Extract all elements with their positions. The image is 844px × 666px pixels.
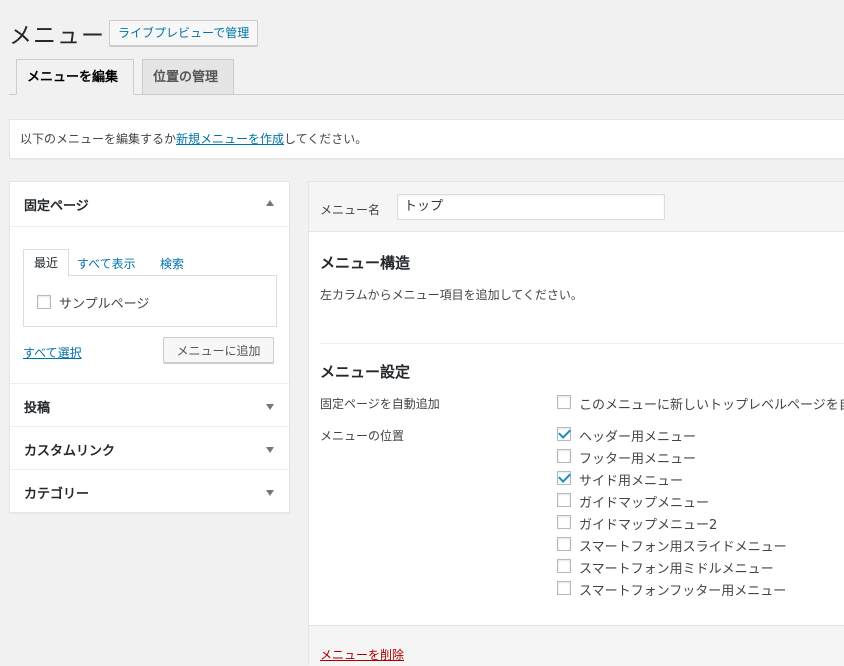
live-preview-button[interactable]: ライブプレビューで管理 — [109, 20, 259, 46]
menu-name-label: メニュー名 — [320, 203, 381, 217]
expand-arrow-icon[interactable] — [266, 490, 274, 496]
sample-page-checkbox[interactable] — [37, 295, 51, 309]
menu-name-input[interactable]: トップ — [397, 194, 665, 220]
create-menu-link[interactable]: 新規メニューを作成 — [176, 132, 284, 146]
location-side-checkbox[interactable] — [557, 470, 571, 485]
location-guidemap2-checkbox[interactable] — [557, 515, 571, 529]
location-sp-footer-checkbox[interactable] — [557, 581, 571, 595]
location-header-checkbox[interactable] — [557, 426, 571, 441]
menu-structure-title: メニュー構造 — [320, 254, 411, 272]
location-guidemap-checkbox[interactable] — [557, 493, 571, 507]
location-guidemap2-label: ガイドマップメニュー2 — [579, 518, 718, 533]
notice-suffix: してください。 — [284, 132, 368, 146]
categories-section-header[interactable]: カテゴリー — [10, 469, 289, 513]
notice-prefix: 以下のメニューを編集するか — [20, 132, 177, 146]
pages-section-title: 固定ページ — [24, 199, 89, 214]
location-header-label: ヘッダー用メニュー — [579, 430, 697, 445]
menu-structure-text: 左カラムからメニュー項目を追加してください。 — [320, 288, 583, 302]
location-sp-middle-checkbox[interactable] — [557, 559, 571, 573]
page-title: メニュー — [9, 23, 105, 49]
menu-header: メニュー名 トップ — [309, 182, 844, 232]
pages-list: サンプルページ — [23, 275, 277, 327]
categories-section-title: カテゴリー — [24, 487, 90, 502]
location-sp-slide-label: スマートフォン用スライドメニュー — [579, 540, 787, 555]
tab-view-all[interactable]: すべて表示 — [77, 255, 136, 272]
menu-location-label: メニューの位置 — [320, 429, 405, 443]
tabs-divider — [9, 94, 844, 95]
auto-add-checkbox[interactable] — [557, 395, 571, 409]
menu-editor-panel: メニュー名 トップ メニュー構造 左カラムからメニュー項目を追加してください。 … — [308, 181, 844, 666]
tab-manage-locations[interactable]: 位置の管理 — [142, 59, 234, 95]
custom-links-section-title: カスタムリンク — [24, 444, 116, 459]
tab-recent[interactable]: 最近 — [23, 249, 69, 277]
sample-page-label: サンプルページ — [59, 297, 150, 312]
delete-menu-link[interactable]: メニューを削除 — [320, 646, 404, 663]
notice-bar: 以下のメニューを編集するか新規メニューを作成してください。 — [9, 119, 844, 159]
menu-settings-title: メニュー設定 — [320, 363, 411, 381]
auto-add-option-label: このメニューに新しいトップレベルページを自 — [579, 398, 844, 413]
auto-add-label: 固定ページを自動追加 — [320, 397, 440, 411]
location-side-label: サイド用メニュー — [579, 474, 684, 489]
tab-edit-menu[interactable]: メニューを編集 — [16, 59, 134, 95]
location-sp-middle-label: スマートフォン用ミドルメニュー — [579, 562, 774, 577]
collapse-arrow-icon[interactable] — [266, 200, 274, 206]
expand-arrow-icon[interactable] — [266, 404, 274, 410]
select-all-link[interactable]: すべて選択 — [23, 344, 82, 361]
posts-section-header[interactable]: 投稿 — [10, 383, 289, 427]
location-footer-label: フッター用メニュー — [579, 452, 697, 467]
posts-section-title: 投稿 — [24, 401, 51, 416]
add-to-menu-button[interactable]: メニューに追加 — [163, 337, 274, 363]
location-guidemap-label: ガイドマップメニュー — [579, 496, 710, 511]
tab-search[interactable]: 検索 — [160, 255, 184, 272]
location-sp-slide-checkbox[interactable] — [557, 537, 571, 551]
location-footer-checkbox[interactable] — [557, 449, 571, 463]
custom-links-section-header[interactable]: カスタムリンク — [10, 426, 289, 470]
expand-arrow-icon[interactable] — [266, 447, 274, 453]
add-menu-items-panel: 固定ページ 最近 すべて表示 検索 サンプルページ すべて選択 メニューに追加 … — [9, 181, 290, 513]
location-sp-footer-label: スマートフォンフッター用メニュー — [579, 584, 787, 599]
section-divider — [320, 343, 844, 344]
pages-section-header[interactable]: 固定ページ — [10, 182, 289, 227]
